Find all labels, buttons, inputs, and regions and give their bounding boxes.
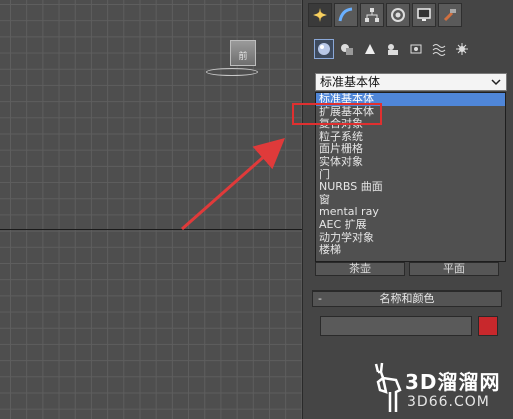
dropdown-item[interactable]: 楼梯 — [316, 244, 505, 257]
object-name-input[interactable] — [320, 316, 472, 336]
dropdown-value: 标准基本体 — [320, 75, 381, 89]
teapot-button[interactable]: 茶壶 — [315, 262, 405, 276]
space-warps-icon[interactable] — [429, 39, 449, 59]
rollout-header[interactable]: - 名称和颜色 — [312, 291, 502, 307]
lights-icon[interactable] — [360, 39, 380, 59]
viewcube-face[interactable]: 前 — [230, 40, 256, 66]
deer-logo-icon — [374, 362, 402, 412]
dropdown-item[interactable]: 实体对象 — [316, 156, 505, 169]
systems-icon[interactable] — [452, 39, 472, 59]
shapes-icon[interactable] — [337, 39, 357, 59]
dropdown-item[interactable]: 门 — [316, 169, 505, 182]
annotation-highlight-box — [292, 103, 382, 125]
viewcube[interactable]: 前 — [204, 40, 262, 80]
rollout-title: 名称和颜色 — [379, 292, 435, 305]
watermark-subtext: 3D66.COM — [407, 394, 490, 410]
viewport-front[interactable]: 前 — [0, 0, 302, 419]
modify-icon[interactable] — [334, 3, 358, 27]
watermark-text: 3D溜溜网 — [405, 370, 501, 394]
name-color-rollout: - 名称和颜色 — [312, 290, 502, 312]
object-color-swatch[interactable] — [478, 316, 498, 336]
dropdown-item[interactable]: 窗 — [316, 194, 505, 207]
motion-icon[interactable] — [386, 3, 410, 27]
dropdown-item[interactable]: mental ray — [316, 206, 505, 219]
create-icon[interactable] — [308, 3, 332, 27]
watermark-logo: 3D溜溜网 3D66.COM — [362, 360, 513, 419]
dropdown-item[interactable]: 粒子系统 — [316, 131, 505, 144]
panel-tabs — [308, 3, 462, 27]
grid-axis-line — [0, 229, 302, 230]
dropdown-item[interactable]: NURBS 曲面 — [316, 181, 505, 194]
geometry-icon[interactable] — [314, 39, 334, 59]
viewcube-ring[interactable] — [206, 68, 258, 76]
hierarchy-icon[interactable] — [360, 3, 384, 27]
dropdown-item[interactable]: AEC 扩展 — [316, 219, 505, 232]
plane-button[interactable]: 平面 — [409, 262, 499, 276]
utilities-icon[interactable] — [438, 3, 462, 27]
dropdown-item[interactable]: 动力学对象 — [316, 232, 505, 245]
command-panel: 标准基本体 标准基本体 扩展基本体 复合对象 粒子系统 面片栅格 实体对象 门 … — [302, 0, 513, 419]
helpers-icon[interactable] — [406, 39, 426, 59]
subcategory-icons — [314, 39, 472, 59]
cameras-icon[interactable] — [383, 39, 403, 59]
dropdown-item[interactable]: 面片栅格 — [316, 143, 505, 156]
display-icon[interactable] — [412, 3, 436, 27]
object-type-dropdown[interactable]: 标准基本体 — [315, 73, 507, 91]
chevron-down-icon[interactable] — [489, 75, 503, 89]
